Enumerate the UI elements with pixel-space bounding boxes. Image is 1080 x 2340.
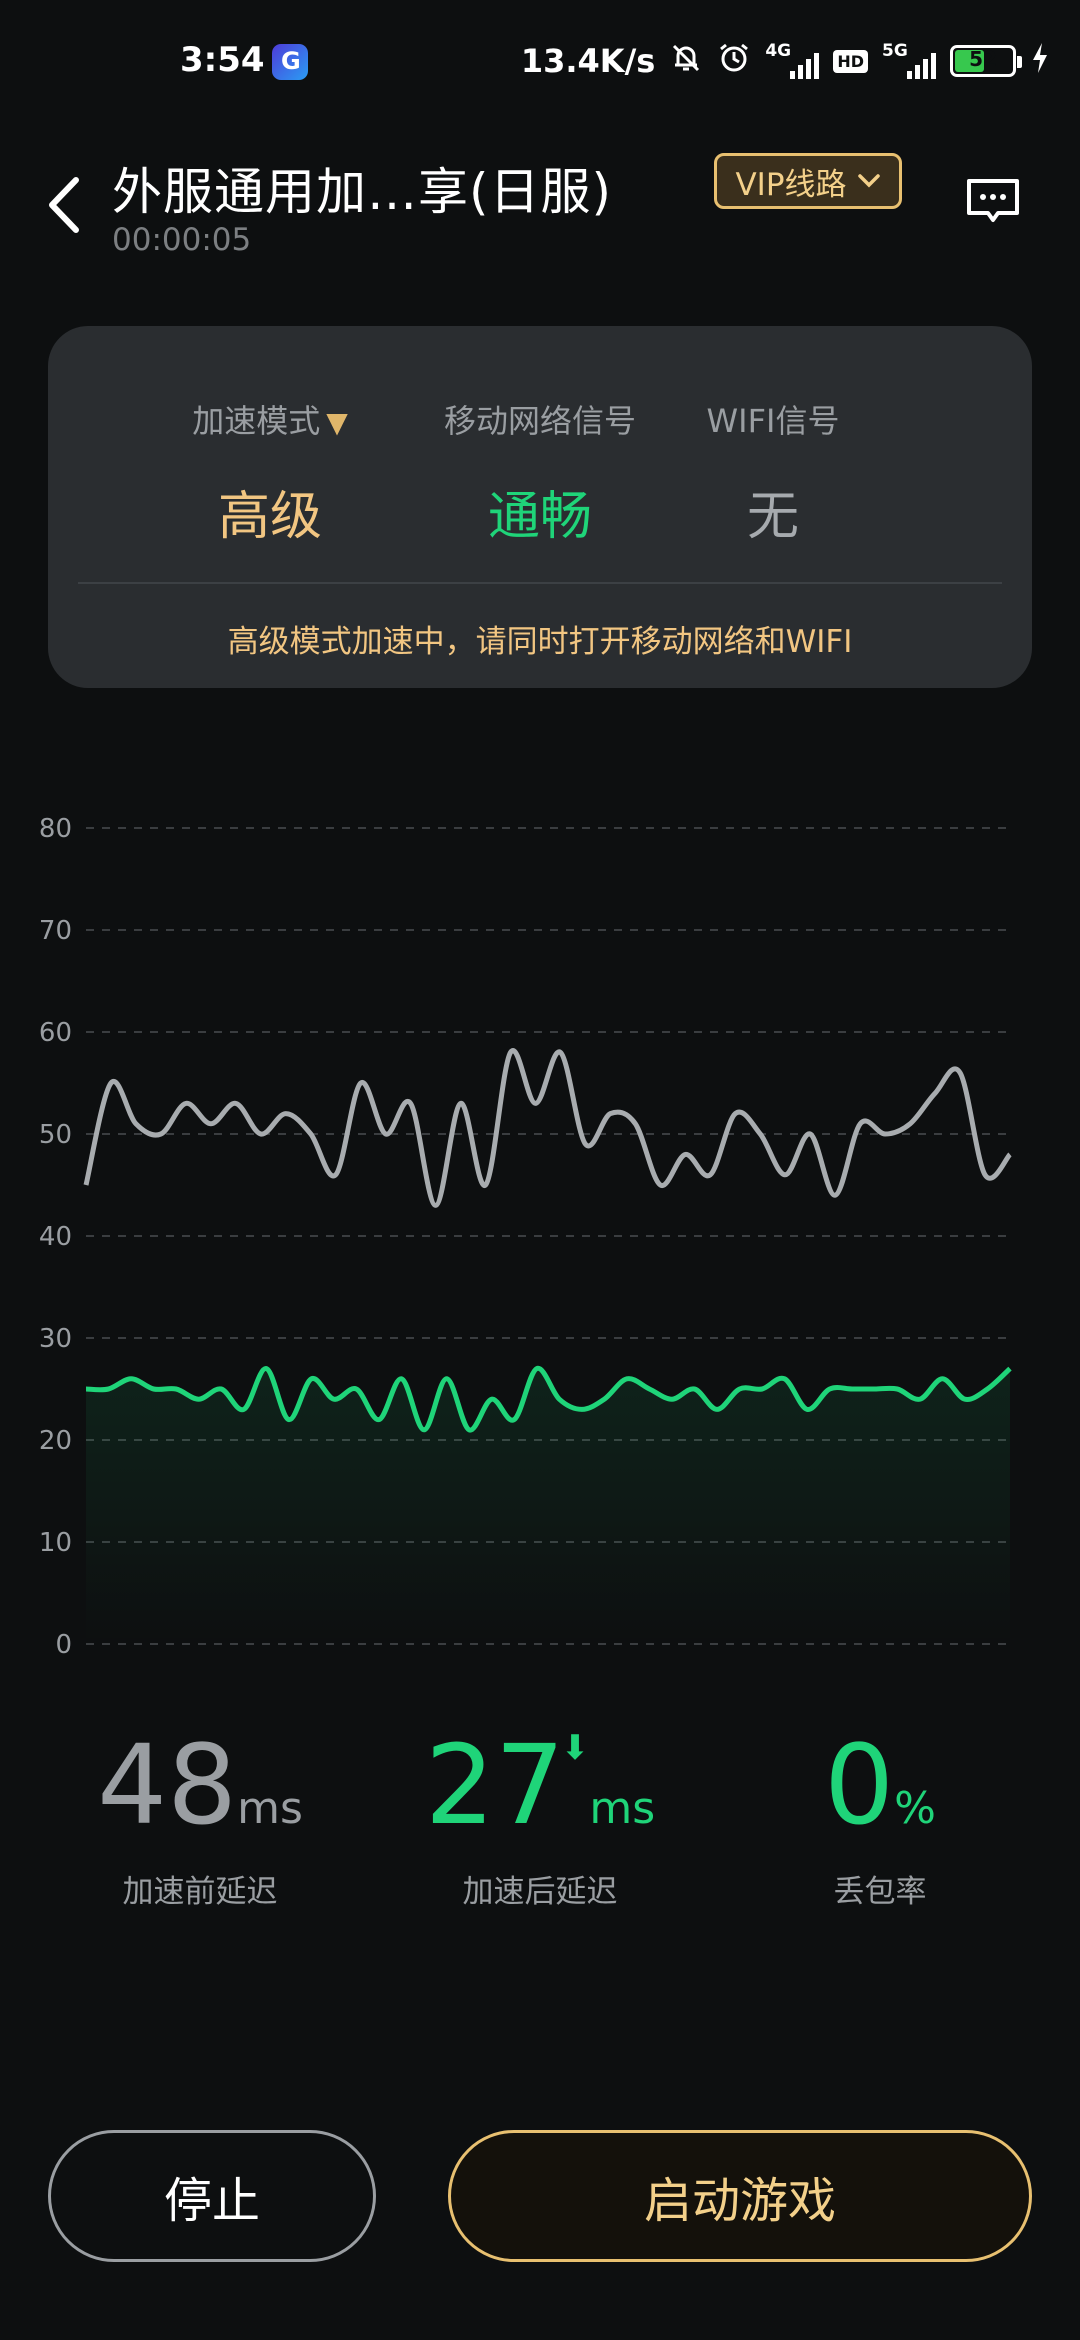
feedback-message-icon[interactable] [964,176,1022,226]
mode-label: 加速模式 [192,402,321,440]
y-tick-label: 10 [39,1528,72,1558]
y-tick-label: 80 [39,814,72,844]
y-tick-label: 30 [39,1324,72,1354]
mode-value: 高级 [217,487,322,547]
after-latency-value: 27 [424,1721,565,1849]
after-latency-label: 加速后延迟 [462,1874,618,1910]
mute-bell-icon [669,41,703,82]
chevron-left-icon [49,177,79,233]
battery-level: 52 [969,47,997,71]
latency-chart-svg: 80 70 60 50 40 30 20 10 0 [39,814,1012,1660]
back-button[interactable] [40,170,90,240]
chevron-down-icon [857,174,880,188]
signal-5g-icon: 5G [882,41,936,81]
after-latency-area [86,1368,1010,1644]
battery-icon: 52 [950,45,1022,77]
signal-4g-icon: 4G [765,41,820,81]
acceleration-timer: 00:00:05 [112,222,252,258]
before-latency-value: 48 [97,1721,238,1849]
latency-chart: 80 70 60 50 40 30 20 10 0 [0,780,1080,1680]
stat-before: 48ms 加速前延迟 [80,1730,320,1911]
mode-column[interactable]: 加速模式 ▼ 高级 [120,396,420,549]
mode-dropdown-icon: ▼ [326,406,348,439]
stop-button[interactable]: 停止 [48,2130,376,2262]
down-arrow-icon: ⬇ [560,1728,590,1768]
page-title: 外服通用加…享(日服) [112,163,613,221]
hd-voice-icon: HD [833,49,868,73]
y-tick-label: 40 [39,1222,72,1252]
status-bar: 3:54 13.4K/s 4G HD 5G 52 [0,0,1080,120]
y-tick-label: 0 [55,1630,72,1660]
packet-loss-label: 丢包率 [833,1874,927,1910]
before-latency-label: 加速前延迟 [122,1874,278,1910]
wifi-signal-value: 无 [746,487,799,547]
panel-divider [78,582,1002,584]
status-time: 3:54 [180,40,265,80]
packet-loss-value: 0 [824,1721,895,1849]
alarm-icon [717,41,751,82]
acceleration-status-panel: 加速模式 ▼ 高级 移动网络信号 通畅 WIFI信号 无 高级模式加速中，请同时打… [48,326,1032,688]
app-notification-icon [272,44,308,80]
status-indicators: 13.4K/s 4G HD 5G 52 [521,38,1050,84]
before-latency-line [83,1048,1012,1208]
start-game-button[interactable]: 启动游戏 [448,2130,1032,2262]
stat-after: 27⬇ms 加速后延迟 [420,1728,660,1911]
vip-route-selector[interactable]: VIP线路 [714,153,902,209]
vip-route-label: VIP线路 [735,166,847,203]
after-latency-unit: ms [589,1783,656,1834]
y-tick-label: 60 [39,1018,72,1048]
charging-icon [1030,41,1050,82]
wifi-signal-label: WIFI信号 [706,402,840,440]
stat-loss: 0% 丢包率 [760,1730,1000,1911]
wifi-signal-column: WIFI信号 无 [623,396,923,549]
y-tick-label: 70 [39,916,72,946]
network-speed: 13.4K/s [520,42,656,80]
y-tick-label: 20 [39,1426,72,1456]
packet-loss-unit: % [894,1783,936,1834]
mode-hint: 高级模式加速中，请同时打开移动网络和WIFI [227,624,853,660]
before-latency-unit: ms [237,1783,303,1834]
y-tick-label: 50 [39,1120,72,1150]
